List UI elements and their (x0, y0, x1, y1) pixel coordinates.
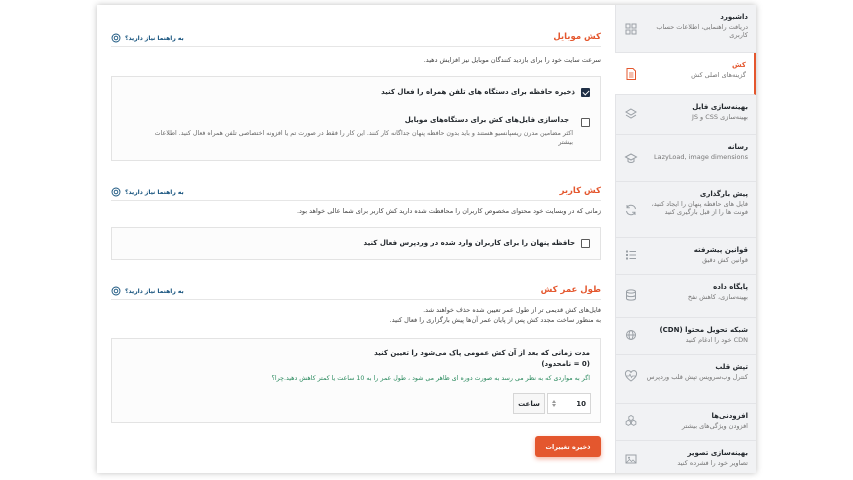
sidebar-item-title: تپش قلب (715, 363, 748, 371)
section-title: کش موبایل (553, 32, 601, 42)
lifespan-value-stepper[interactable]: 10 (547, 393, 591, 414)
file-cache-icon (624, 66, 638, 80)
sidebar-item-title: افزودنی‌ها (711, 412, 748, 420)
lifebuoy-icon (111, 33, 121, 43)
sidebar-item-desc: گزینه‌های اصلی کش (691, 71, 746, 79)
section-description: فایل‌های کش قدیمی تر از طول عمر تعیین شد… (423, 306, 601, 314)
media-icon (624, 151, 638, 165)
mobile-cache-options: ذخیره حافظه برای دستگاه های تلفن همراه ر… (111, 76, 601, 161)
sidebar-item-title: رسانه (727, 143, 748, 151)
section-title: طول عمر کش (540, 285, 601, 295)
sidebar-item-addons[interactable]: افزودنی‌ها افزودن ویژگی‌های بیشتر (615, 404, 756, 441)
cache-lifespan-header: طول عمر کش به راهنما نیاز دارید؟ (111, 282, 601, 300)
help-link[interactable]: به راهنما نیاز دارید؟ (111, 33, 184, 43)
enable-user-cache-checkbox[interactable] (581, 239, 590, 248)
lifespan-field-label-group: مدت زمانی که بعد از آن کش عمومی پاک می‌ش… (272, 349, 590, 382)
section-description: به منظور ساخت مجدد کش پس از پایان عمر آن… (389, 316, 601, 324)
enable-mobile-cache-checkbox[interactable] (581, 88, 590, 97)
sidebar-item-title: پایگاه داده (713, 283, 748, 291)
sidebar-item-desc: کنترل وب‌سرویس تپش قلب وردپرس (646, 373, 748, 381)
sidebar-item-desc: افزودن ویژگی‌های بیشتر (681, 422, 748, 430)
sidebar-item-title: قوانین پیشرفته (693, 246, 748, 254)
sidebar-item-title: بهینه‌سازی فایل (692, 103, 748, 111)
stepper-arrows-icon[interactable] (552, 400, 556, 407)
sidebar-item-media[interactable]: رسانه LazyLoad, image dimensions (615, 135, 756, 182)
field-label: مدت زمانی که بعد از آن کش عمومی پاک می‌ش… (374, 349, 590, 357)
section-title: کش کاربر (559, 186, 601, 196)
option-user-cache[interactable]: حافظه پنهان را برای کاربران وارد شده در … (364, 239, 590, 248)
help-link-label: به راهنما نیاز دارید؟ (125, 287, 184, 295)
lifebuoy-icon (111, 286, 121, 296)
field-hint: (0 = نامحدود) (541, 360, 590, 368)
sidebar-item-desc: تصاویر خود را فشرده کنید (677, 459, 748, 467)
sidebar-item-file-optimization[interactable]: بهینه‌سازی فایل بهینه‌سازی CSS و JS (615, 95, 756, 135)
sidebar-item-cache[interactable]: کش گزینه‌های اصلی کش (615, 53, 756, 95)
help-link[interactable]: به راهنما نیاز دارید؟ (111, 286, 184, 296)
heartbeat-icon (624, 368, 638, 382)
sidebar-item-desc: LazyLoad, image dimensions (654, 153, 748, 161)
sidebar-item-heartbeat[interactable]: تپش قلب کنترل وب‌سرویس تپش قلب وردپرس (615, 355, 756, 404)
sidebar-item-cdn[interactable]: شبکه تحویل محتوا (CDN) CDN خود را ادغام … (615, 318, 756, 355)
sidebar-item-title: پیش بارگذاری (699, 190, 748, 198)
option-label: ذخیره حافظه برای دستگاه های تلفن همراه ر… (381, 88, 575, 96)
sidebar-item-desc: بهینه‌سازی CSS و JS (691, 113, 748, 121)
sidebar-item-desc: فایل های حافظه پنهان را ایجاد کنید، فونت… (651, 200, 748, 216)
sidebar-item-desc: CDN خود را ادغام کنید (685, 336, 748, 344)
addons-icon (624, 413, 638, 427)
sidebar-item-advanced-rules[interactable]: قوانین پیشرفته قوانین کش دقیق (615, 238, 756, 275)
option-description: اکثر مضامین مدرن ریسپانسیو هستند و باید … (154, 130, 573, 137)
sidebar-item-desc: بهینه‌سازی، کاهش نفخ (687, 293, 748, 301)
user-cache-header: کش کاربر به راهنما نیاز دارید؟ (111, 183, 601, 201)
dashboard-icon (624, 21, 638, 35)
cdn-icon (624, 327, 638, 341)
sidebar-item-title: بهینه‌سازی تصویر (687, 449, 748, 457)
help-link[interactable]: به راهنما نیاز دارید؟ (111, 187, 184, 197)
lifespan-unit-select[interactable]: ساعت (513, 393, 545, 414)
image-compress-icon (624, 451, 638, 465)
rules-list-icon (624, 247, 638, 261)
section-description: سرعت سایت خود را برای بازدید کنندگان موب… (423, 56, 601, 64)
sidebar-item-title: داشبورد (720, 13, 748, 21)
layers-icon (624, 106, 638, 120)
lifespan-warning: اگر به مواردی که به نظر می رسد به صورت د… (271, 375, 590, 382)
option-label: حافظه پنهان را برای کاربران وارد شده در … (363, 239, 575, 247)
stepper-value: 10 (576, 399, 586, 408)
option-mobile-cache[interactable]: ذخیره حافظه برای دستگاه های تلفن همراه ر… (381, 88, 590, 97)
mobile-cache-header: کش موبایل به راهنما نیاز دارید؟ (111, 29, 601, 47)
app-window: داشبورد دریافت راهنمایی، اطلاعات حساب کا… (97, 5, 756, 473)
settings-sidebar: داشبورد دریافت راهنمایی، اطلاعات حساب کا… (615, 5, 756, 473)
sidebar-item-preload[interactable]: پیش بارگذاری فایل های حافظه پنهان را ایج… (615, 182, 756, 238)
sidebar-item-desc: قوانین کش دقیق (702, 256, 748, 264)
help-link-label: به راهنما نیاز دارید؟ (125, 188, 184, 196)
sidebar-item-dashboard[interactable]: داشبورد دریافت راهنمایی، اطلاعات حساب کا… (615, 5, 756, 53)
option-separate-mobile-cache[interactable]: جداسازی فایل‌های کش برای دستگاه‌های موبا… (155, 116, 590, 147)
option-label: جداسازی فایل‌های کش برای دستگاه‌های موبا… (404, 116, 569, 124)
database-icon (624, 287, 638, 301)
sidebar-item-title: شبکه تحویل محتوا (CDN) (659, 326, 748, 334)
sidebar-item-desc: دریافت راهنمایی، اطلاعات حساب کاربری (656, 23, 748, 39)
settings-content: کش موبایل به راهنما نیاز دارید؟ سرعت سای… (97, 5, 615, 473)
sidebar-item-image-optimization[interactable]: بهینه‌سازی تصویر تصاویر خود را فشرده کنی… (615, 441, 756, 473)
separate-mobile-cache-checkbox[interactable] (581, 118, 590, 127)
lifebuoy-icon (111, 187, 121, 197)
section-description: زمانی که در وبسایت خود محتوای مخصوص کارب… (296, 207, 601, 215)
sidebar-item-database[interactable]: پایگاه داده بهینه‌سازی، کاهش نفخ (615, 275, 756, 318)
sidebar-item-title: کش (732, 61, 746, 69)
help-link-label: به راهنما نیاز دارید؟ (125, 34, 184, 42)
more-info-link[interactable]: بیشتر (155, 138, 573, 147)
save-changes-button[interactable]: ذخیره تغییرات (535, 436, 601, 457)
refresh-icon (624, 202, 638, 216)
user-cache-options: حافظه پنهان را برای کاربران وارد شده در … (111, 227, 601, 260)
